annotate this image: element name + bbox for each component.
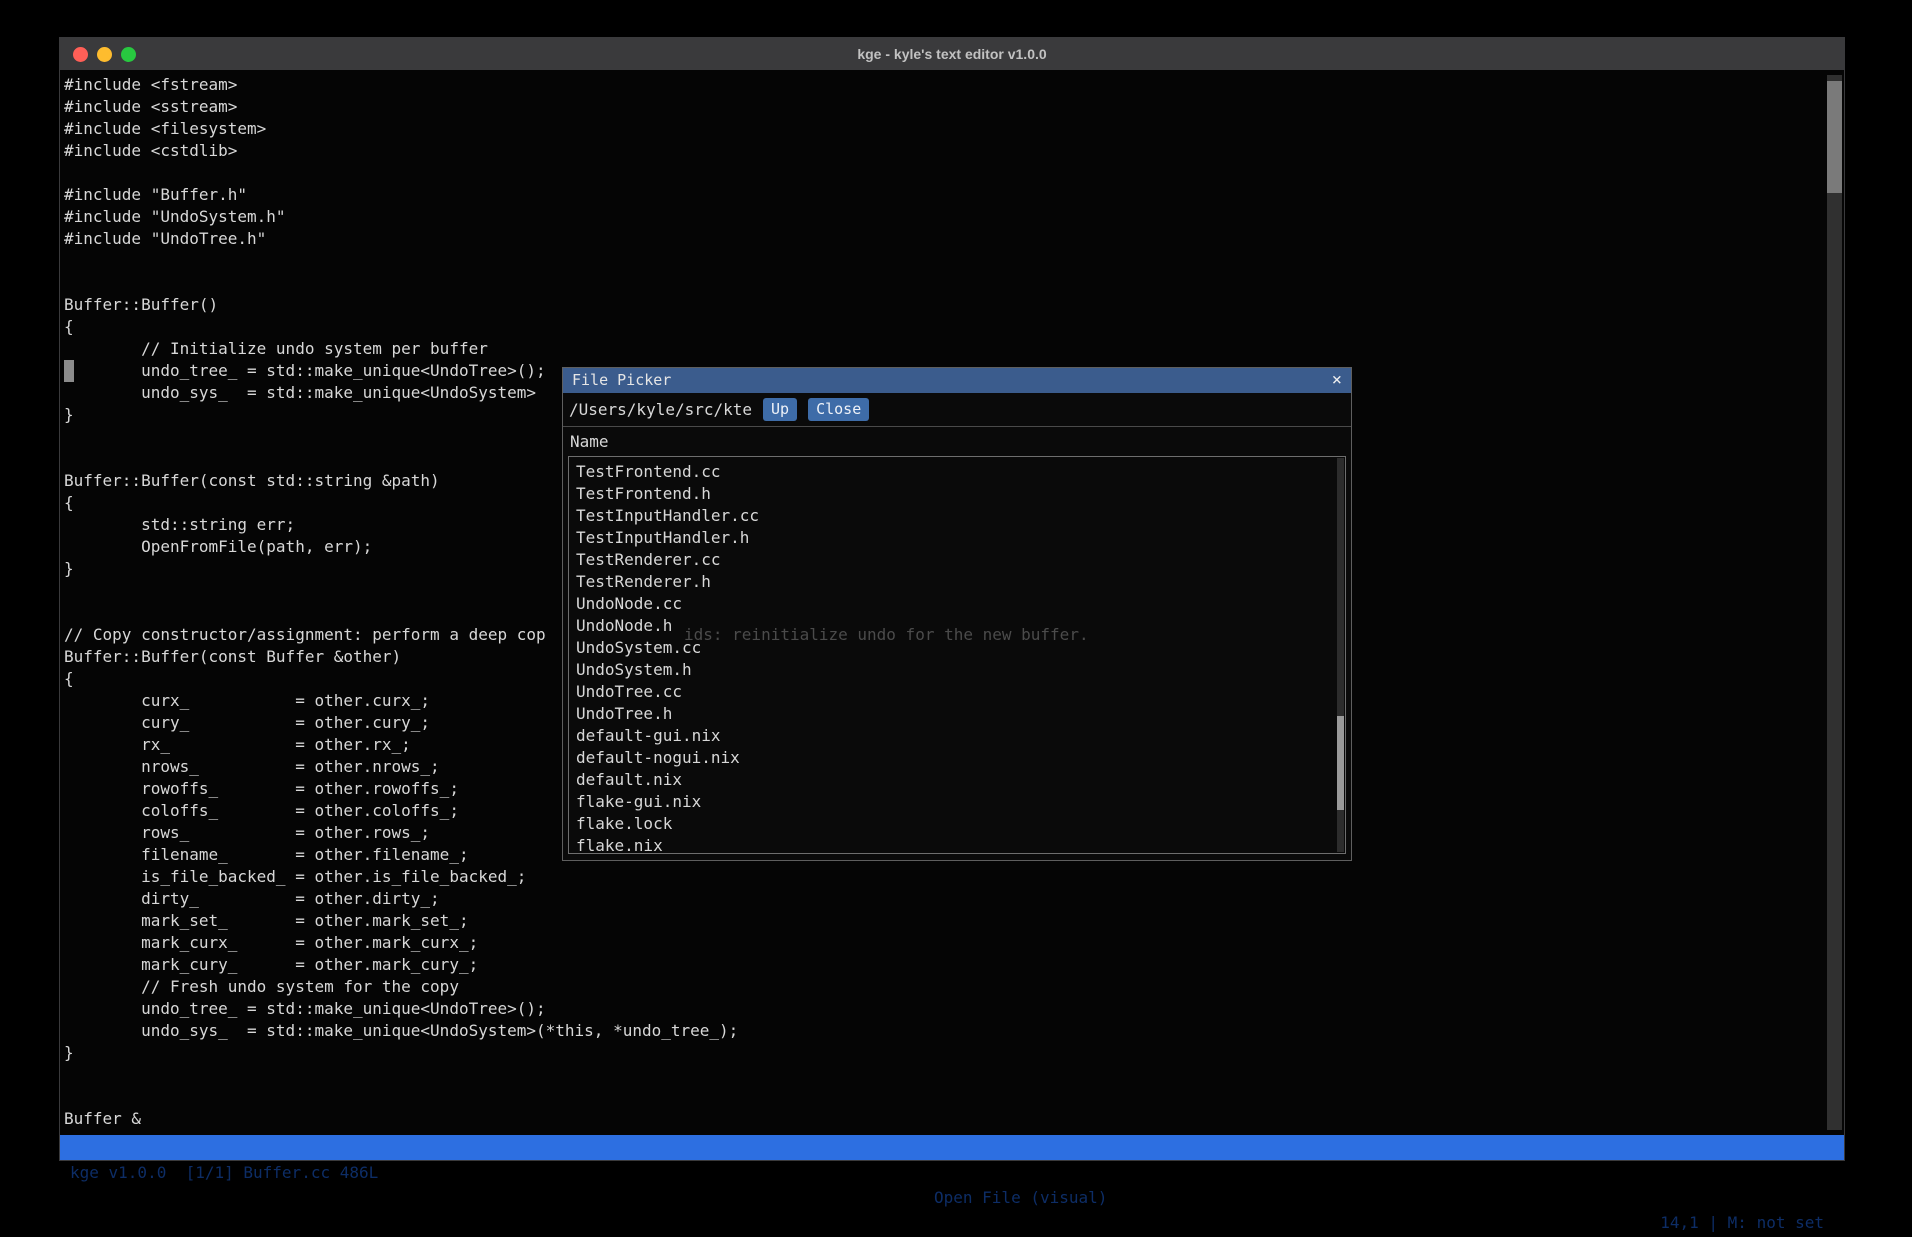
file-item[interactable]: UndoTree.cc	[569, 681, 1345, 703]
file-item[interactable]: TestRenderer.cc	[569, 549, 1345, 571]
status-left: kge v1.0.0 [1/1] Buffer.cc 486L	[70, 1160, 378, 1185]
code-line: mark_cury_ = other.mark_cury_;	[64, 954, 738, 976]
code-line: {	[64, 316, 738, 338]
current-path: /Users/kyle/src/kte	[569, 400, 752, 419]
file-picker-title: File Picker	[572, 368, 671, 393]
file-picker-titlebar: File Picker ×	[563, 368, 1351, 393]
file-item[interactable]: TestInputHandler.cc	[569, 505, 1345, 527]
editor-scrollbar-thumb[interactable]	[1827, 81, 1842, 193]
screen: kge - kyle's text editor v1.0.0 #include…	[0, 0, 1912, 1237]
editor-scrollbar[interactable]	[1827, 75, 1842, 1130]
file-item[interactable]: default-gui.nix	[569, 725, 1345, 747]
file-item[interactable]: TestInputHandler.h	[569, 527, 1345, 549]
code-line	[64, 250, 738, 272]
code-line: undo_tree_ = std::make_unique<UndoTree>(…	[64, 998, 738, 1020]
file-item[interactable]: flake.lock	[569, 813, 1345, 835]
status-bar: kge v1.0.0 [1/1] Buffer.cc 486L Open Fil…	[60, 1135, 1844, 1160]
code-line: #include "Buffer.h"	[64, 184, 738, 206]
code-line: is_file_backed_ = other.is_file_backed_;	[64, 866, 738, 888]
code-line: #include <sstream>	[64, 96, 738, 118]
code-line: Buffer &	[64, 1108, 738, 1130]
path-row: /Users/kyle/src/kte Up Close	[563, 393, 1351, 427]
file-item[interactable]: flake.nix	[569, 835, 1345, 854]
up-button[interactable]: Up	[763, 398, 797, 421]
window-title: kge - kyle's text editor v1.0.0	[60, 38, 1844, 70]
file-item[interactable]: UndoNode.cc	[569, 593, 1345, 615]
code-line: mark_set_ = other.mark_set_;	[64, 910, 738, 932]
file-item[interactable]: UndoTree.h	[569, 703, 1345, 725]
status-cursor-position: 14,1 | M: not set	[1660, 1210, 1824, 1235]
code-line: // Fresh undo system for the copy	[64, 976, 738, 998]
file-item[interactable]: TestRenderer.h	[569, 571, 1345, 593]
file-item[interactable]: UndoSystem.cc	[569, 637, 1345, 659]
code-line: #include <cstdlib>	[64, 140, 738, 162]
file-item[interactable]: TestFrontend.cc	[569, 461, 1345, 483]
code-line: #include "UndoTree.h"	[64, 228, 738, 250]
dialog-close-icon[interactable]: ×	[1332, 368, 1342, 393]
file-list-items: TestFrontend.ccTestFrontend.hTestInputHa…	[569, 461, 1345, 854]
file-list-scrollbar-thumb[interactable]	[1337, 716, 1344, 810]
files-column-header: Name	[563, 428, 609, 456]
text-cursor	[64, 360, 74, 382]
code-line	[64, 272, 738, 294]
file-item[interactable]: default-nogui.nix	[569, 747, 1345, 769]
file-item[interactable]: TestFrontend.h	[569, 483, 1345, 505]
window-titlebar: kge - kyle's text editor v1.0.0	[60, 38, 1844, 70]
code-line: // Initialize undo system per buffer	[64, 338, 738, 360]
editor-window: kge - kyle's text editor v1.0.0 #include…	[59, 37, 1845, 1161]
code-line: mark_curx_ = other.mark_curx_;	[64, 932, 738, 954]
file-item[interactable]: UndoSystem.h	[569, 659, 1345, 681]
file-list[interactable]: TestFrontend.ccTestFrontend.hTestInputHa…	[568, 456, 1346, 854]
code-line: dirty_ = other.dirty_;	[64, 888, 738, 910]
code-line: #include <filesystem>	[64, 118, 738, 140]
file-picker-dialog: File Picker × /Users/kyle/src/kte Up Clo…	[562, 367, 1352, 861]
file-item[interactable]: flake-gui.nix	[569, 791, 1345, 813]
file-item[interactable]: default.nix	[569, 769, 1345, 791]
code-line: #include <fstream>	[64, 74, 738, 96]
file-list-scrollbar[interactable]	[1337, 458, 1344, 852]
close-button[interactable]: Close	[808, 398, 869, 421]
code-line: Buffer::Buffer()	[64, 294, 738, 316]
file-item[interactable]: UndoNode.h	[569, 615, 1345, 637]
code-line: }	[64, 1042, 738, 1064]
code-line: undo_sys_ = std::make_unique<UndoSystem>…	[64, 1020, 738, 1042]
code-line	[64, 1086, 738, 1108]
code-line	[64, 162, 738, 184]
status-mode: Open File (visual)	[934, 1185, 1107, 1210]
code-line: #include "UndoSystem.h"	[64, 206, 738, 228]
code-line	[64, 1064, 738, 1086]
